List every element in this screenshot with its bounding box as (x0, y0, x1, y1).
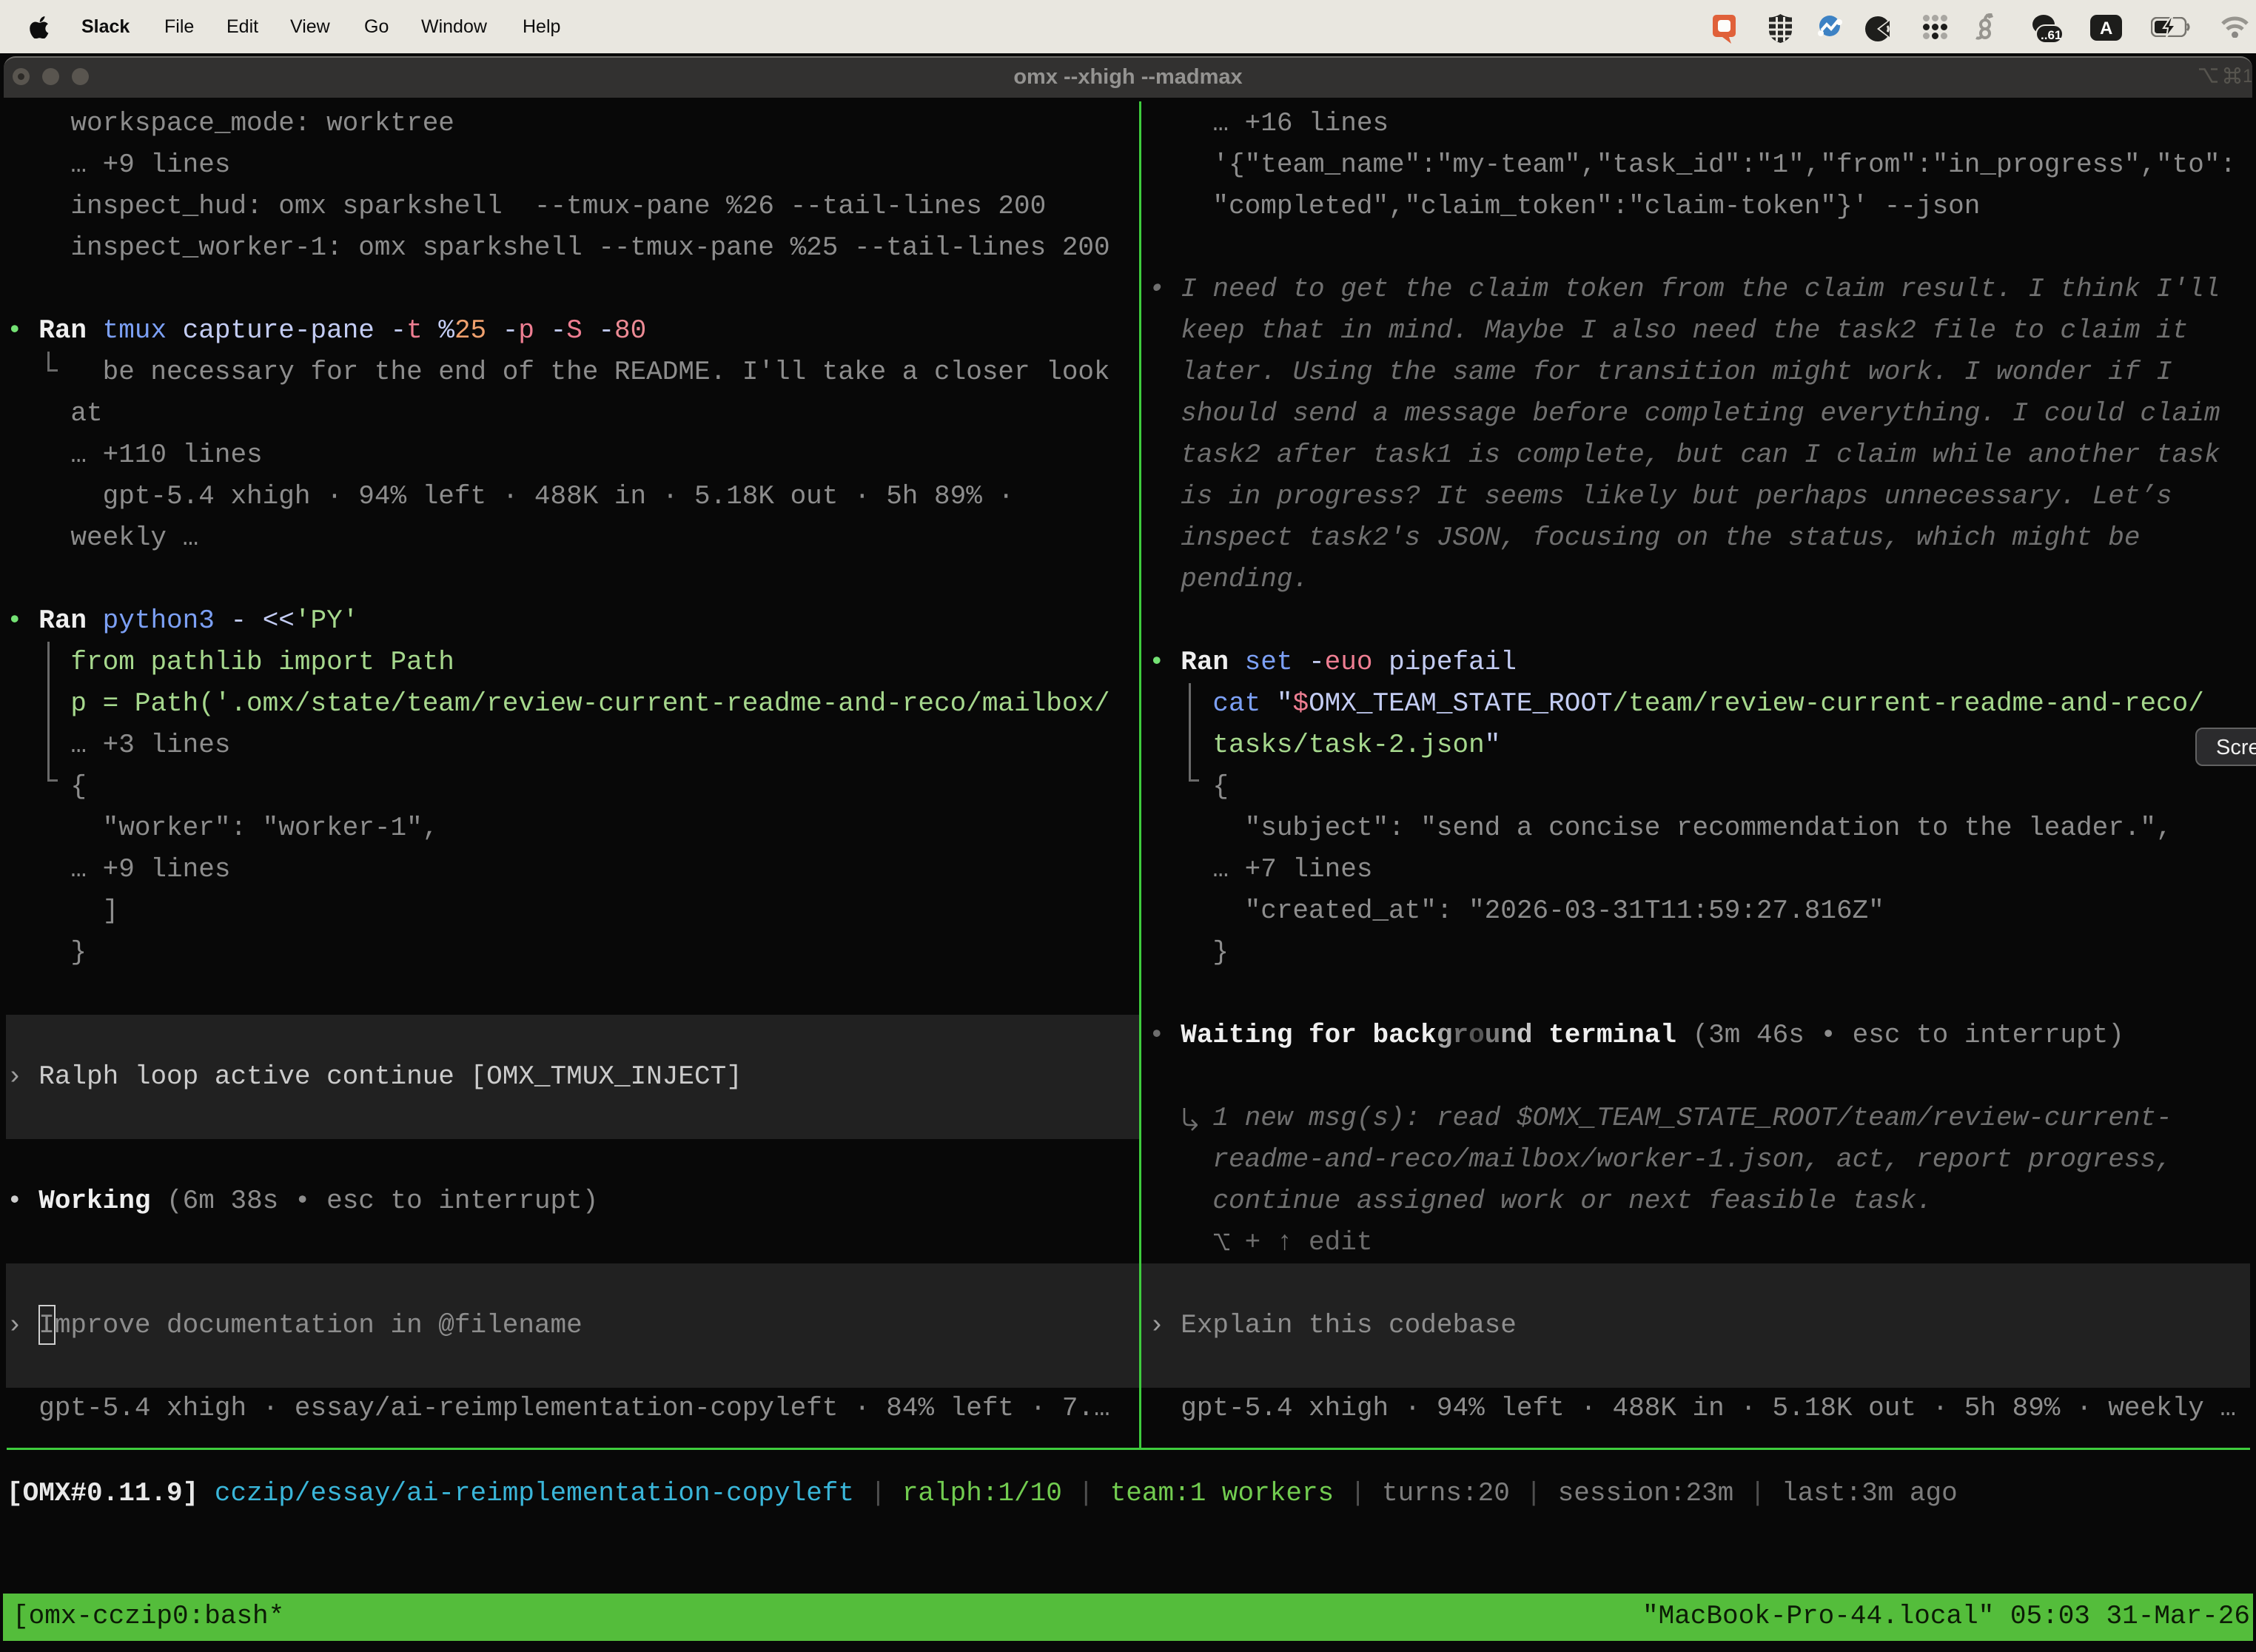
svg-text:A: A (2100, 19, 2112, 38)
svg-text:..61: ..61 (2041, 28, 2061, 42)
svg-text:1: 1 (2243, 66, 2252, 85)
